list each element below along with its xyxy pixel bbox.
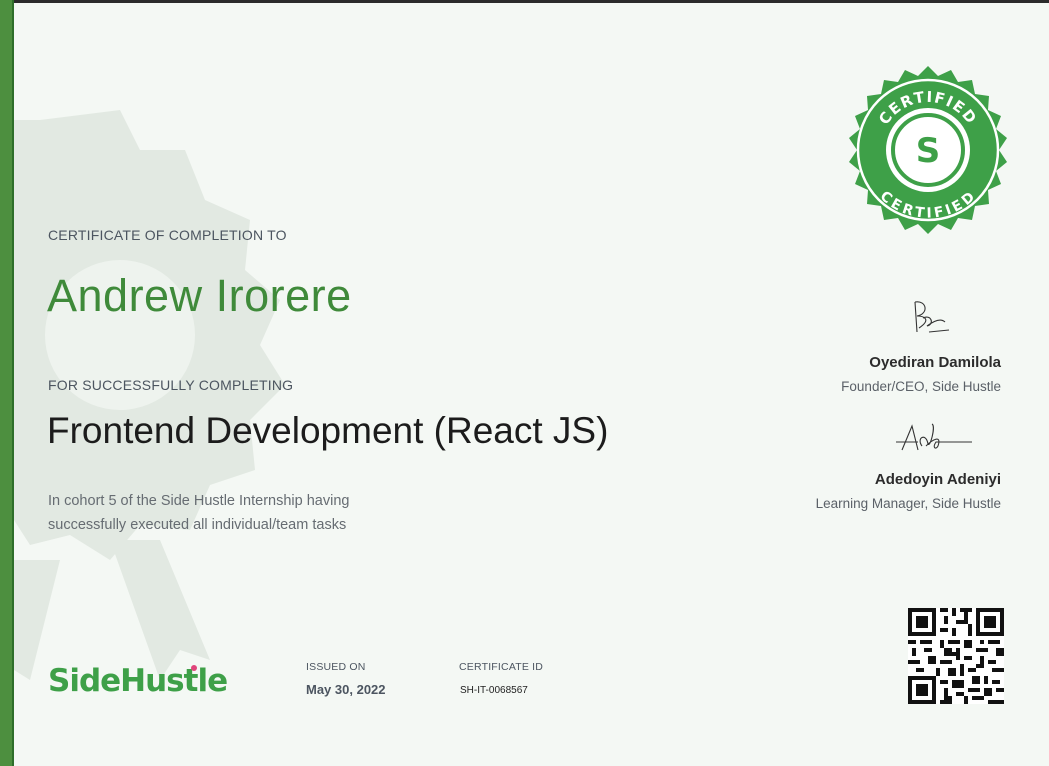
signatory-role-2: Learning Manager, Side Hustle — [815, 496, 1001, 511]
description-line-1: In cohort 5 of the Side Hustle Internshi… — [48, 493, 350, 509]
completing-label: FOR SUCCESSFULLY COMPLETING — [48, 377, 294, 393]
seal-letter: S — [916, 131, 941, 171]
recipient-name: Andrew Irorere — [47, 270, 352, 321]
signatory-name-2: Adedoyin Adeniyi — [874, 471, 1001, 488]
certificate-heading: CERTIFICATE OF COMPLETION TO — [48, 227, 287, 243]
logo-text: SideHustle — [48, 663, 228, 699]
background-emblem — [14, 110, 285, 680]
signatory-role-1: Founder/CEO, Side Hustle — [841, 379, 1001, 394]
course-title: Frontend Development (React JS) — [47, 410, 609, 451]
certificate-id: SH-IT-0068567 — [460, 685, 528, 696]
qr-code-icon — [908, 608, 1004, 704]
issued-label: ISSUED ON — [306, 661, 366, 673]
signatory-name-1: Oyediran Damilola — [869, 354, 1001, 371]
certificate: CERTIFICATE OF COMPLETION TO Andrew Iror… — [0, 0, 1049, 766]
logo-dot-icon — [191, 665, 197, 671]
course-description: In cohort 5 of the Side Hustle Internshi… — [48, 489, 428, 537]
signature-icon — [896, 423, 972, 451]
description-line-2: successfully executed all individual/tea… — [48, 517, 347, 533]
certificate-id-label: CERTIFICATE ID — [459, 661, 544, 673]
signature-icon — [914, 301, 950, 333]
certified-seal-icon: S CERTIFIED CERTIFIED — [849, 66, 1007, 234]
issued-date: May 30, 2022 — [306, 682, 386, 697]
